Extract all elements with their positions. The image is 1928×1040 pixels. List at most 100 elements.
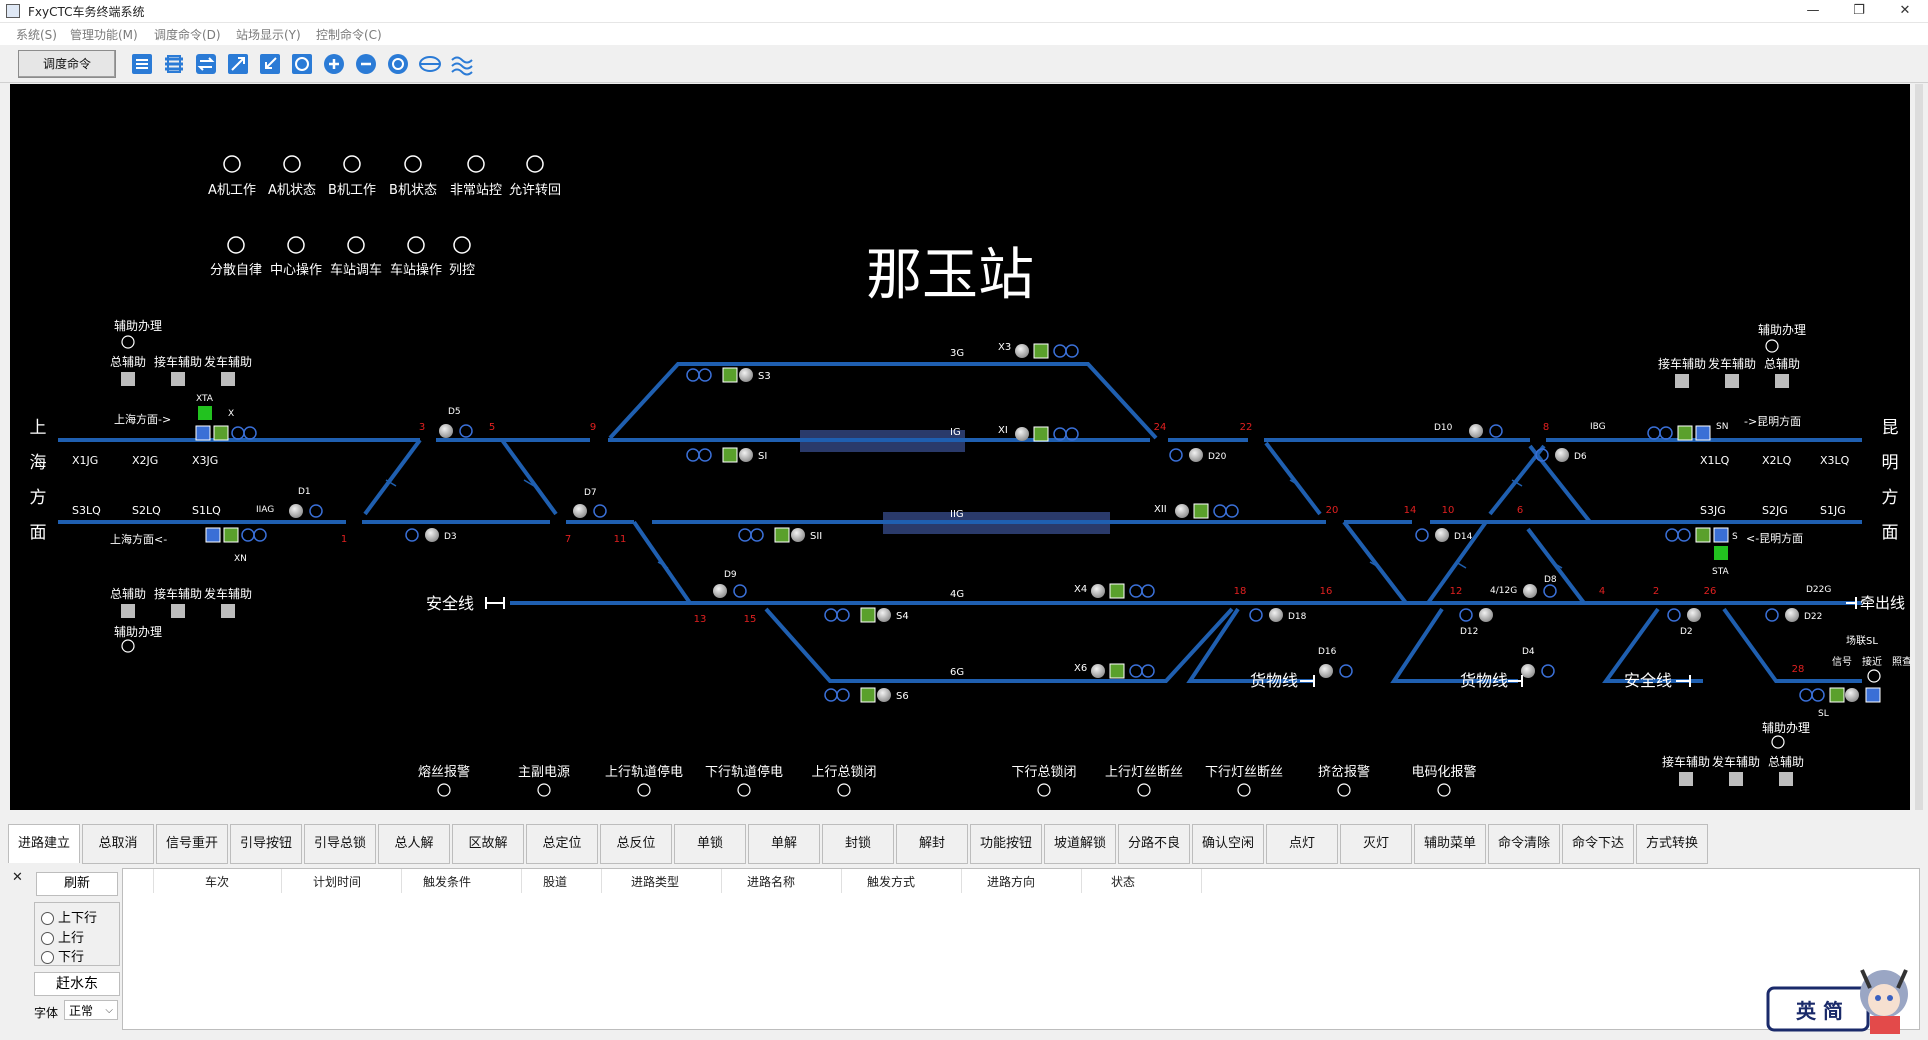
- shunt-signal-d20[interactable]: D20: [1169, 448, 1227, 462]
- signal-lamp-green[interactable]: [1695, 527, 1711, 543]
- signal-head[interactable]: [1799, 688, 1813, 702]
- function-button[interactable]: 功能按钮: [970, 824, 1042, 864]
- guide-button[interactable]: 引导按钮: [230, 824, 302, 864]
- column-header[interactable]: 车次: [205, 873, 229, 890]
- close-icon[interactable]: ✕: [12, 870, 23, 885]
- aux-button[interactable]: [1775, 374, 1789, 388]
- shunt-signal-d6[interactable]: D6: [1535, 448, 1587, 462]
- single-lock-button[interactable]: 单锁: [674, 824, 746, 864]
- poor-shunt-button[interactable]: 分路不良: [1118, 824, 1190, 864]
- column-header[interactable]: 计划时间: [313, 873, 361, 890]
- light-off-button[interactable]: 灭灯: [1340, 824, 1412, 864]
- signal-lamp-blue[interactable]: [195, 425, 211, 441]
- dispatch-command-button[interactable]: 调度命令: [18, 50, 116, 78]
- reverse-position-button[interactable]: 总反位: [600, 824, 672, 864]
- zoom-out-icon[interactable]: [354, 52, 378, 76]
- mode-switch-button[interactable]: 方式转换: [1636, 824, 1708, 864]
- shunt-signal[interactable]: [1845, 688, 1859, 702]
- minimize-button[interactable]: —: [1790, 0, 1836, 22]
- signal-group-sii[interactable]: SII: [738, 527, 822, 543]
- zoom-in-icon[interactable]: [322, 52, 346, 76]
- signal-lamp-green[interactable]: [1677, 425, 1693, 441]
- signal-reopen-button[interactable]: 信号重开: [156, 824, 228, 864]
- signal-head[interactable]: [253, 528, 267, 542]
- signal-lamp-blue[interactable]: [1865, 687, 1881, 703]
- command-issue-button[interactable]: 命令下达: [1562, 824, 1634, 864]
- swap-icon[interactable]: [194, 52, 218, 76]
- signal-head[interactable]: [243, 426, 257, 440]
- menu-dispatch[interactable]: 调度命令(D): [154, 26, 221, 43]
- manual-release-button[interactable]: 总人解: [378, 824, 450, 864]
- aux-button[interactable]: [221, 372, 235, 386]
- column-header[interactable]: 进路方向: [987, 873, 1035, 890]
- aux-button[interactable]: [1675, 374, 1689, 388]
- signal-head[interactable]: [1677, 528, 1691, 542]
- signal-head[interactable]: [1659, 426, 1673, 440]
- close-button[interactable]: ✕: [1882, 0, 1928, 22]
- section-fault-release-button[interactable]: 区故解: [452, 824, 524, 864]
- aux-button[interactable]: [121, 604, 135, 618]
- aux-button[interactable]: [1725, 374, 1739, 388]
- menu-system[interactable]: 系统(S): [16, 26, 57, 43]
- shunt-signal-d5[interactable]: D5: [439, 407, 473, 438]
- shunt-signal-d16[interactable]: D16: [1318, 647, 1353, 678]
- signal-lamp-green[interactable]: [1829, 687, 1845, 703]
- cancel-all-button[interactable]: 总取消: [82, 824, 154, 864]
- shunt-signal[interactable]: [289, 504, 303, 518]
- signal-lamp-green[interactable]: [198, 406, 212, 420]
- route-setup-button[interactable]: 进路建立: [8, 824, 80, 863]
- shunt-signal-d2[interactable]: D2: [1667, 608, 1701, 637]
- signal-head[interactable]: [231, 426, 245, 440]
- aux-menu-button[interactable]: 辅助菜单: [1414, 824, 1486, 864]
- column-header[interactable]: 进路类型: [631, 873, 679, 890]
- station-select-button[interactable]: 赶水东: [34, 972, 120, 996]
- signal-lamp-blue[interactable]: [205, 527, 221, 543]
- menu-control[interactable]: 控制命令(C): [316, 26, 382, 43]
- signal-lamp-green[interactable]: [223, 527, 239, 543]
- wave-icon[interactable]: [450, 52, 474, 76]
- layers-icon[interactable]: [162, 52, 186, 76]
- aux-button[interactable]: [171, 372, 185, 386]
- strike-icon[interactable]: [418, 52, 442, 76]
- guide-lock-button[interactable]: 引导总锁: [304, 824, 376, 864]
- signal-lamp-green[interactable]: [1714, 546, 1728, 560]
- signal-group-s4[interactable]: S4: [824, 607, 909, 623]
- light-on-button[interactable]: 点灯: [1266, 824, 1338, 864]
- shunt-signal-d18[interactable]: D18: [1249, 608, 1307, 622]
- reset-icon[interactable]: [386, 52, 410, 76]
- single-unlock-button[interactable]: 单解: [748, 824, 820, 864]
- signal-lamp-blue[interactable]: [1713, 527, 1729, 543]
- shunt-signal-d10[interactable]: D10: [1434, 423, 1503, 438]
- aux-button[interactable]: [1729, 772, 1743, 786]
- slope-unlock-button[interactable]: 坡道解锁: [1044, 824, 1116, 864]
- signal-group-x3[interactable]: X3: [998, 342, 1079, 359]
- shunt-signal-d7[interactable]: D7: [573, 488, 607, 518]
- signal-head[interactable]: [1665, 528, 1679, 542]
- radio-down[interactable]: 下行: [41, 946, 84, 965]
- list-icon[interactable]: [130, 52, 154, 76]
- signal-group-x4[interactable]: X4: [1074, 583, 1155, 599]
- signal-head[interactable]: [309, 504, 323, 518]
- command-clear-button[interactable]: 命令清除: [1488, 824, 1560, 864]
- shrink-icon[interactable]: [258, 52, 282, 76]
- menu-management[interactable]: 管理功能(M): [70, 26, 138, 43]
- aux-button[interactable]: [121, 372, 135, 386]
- shunt-signal-d8[interactable]: 4/12G D8: [1490, 575, 1557, 598]
- signal-head[interactable]: [1811, 688, 1825, 702]
- normal-position-button[interactable]: 总定位: [526, 824, 598, 864]
- column-header[interactable]: 触发条件: [423, 873, 471, 890]
- column-header[interactable]: 状态: [1111, 873, 1135, 890]
- refresh-button[interactable]: 刷新: [36, 872, 118, 896]
- column-header[interactable]: 进路名称: [747, 873, 795, 890]
- signal-group-x6[interactable]: X6: [1074, 663, 1155, 679]
- shunt-signal-d3[interactable]: D3: [405, 528, 457, 542]
- aux-button[interactable]: [221, 604, 235, 618]
- signal-group-s3[interactable]: S3: [686, 367, 771, 383]
- signal-group-s6[interactable]: S6: [824, 687, 909, 703]
- aux-button[interactable]: [1679, 772, 1693, 786]
- menu-station-display[interactable]: 站场显示(Y): [236, 26, 301, 43]
- signal-head[interactable]: [1647, 426, 1661, 440]
- scrollbar-thumb[interactable]: [1915, 84, 1923, 810]
- font-select[interactable]: 正常 ⌵: [64, 1000, 118, 1020]
- radio-up-down[interactable]: 上下行: [41, 907, 97, 926]
